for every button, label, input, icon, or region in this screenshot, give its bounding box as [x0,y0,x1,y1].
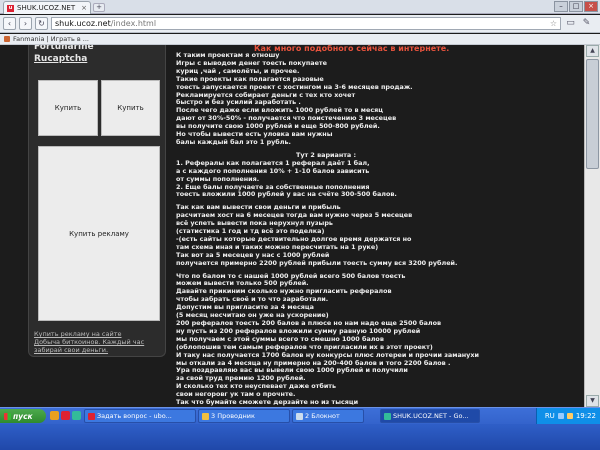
task-explorer[interactable]: 3 Проводник [198,409,290,423]
back-button[interactable]: ‹ [3,17,16,30]
start-button[interactable]: пуск [0,409,46,423]
folder-icon [202,412,209,420]
toolbar: ‹ › ↻ shuk.ucoz.net/index.html ☆ ▭ ✎ [0,15,600,33]
address-input[interactable]: shuk.ucoz.net/index.html ☆ [51,17,561,30]
scroll-thumb[interactable] [586,59,599,169]
wrench-icon[interactable]: ✎ [580,17,593,30]
chrome-icon[interactable] [72,411,81,420]
screen: u SHUK.UCOZ.NET × + – □ × ‹ › ↻ shuk.uco… [0,0,600,450]
taskbar: пуск Задать вопрос - ubo... 3 Проводник … [0,407,600,450]
window-controls: – □ × [554,1,598,12]
task-label: 2 Блокнот [305,412,340,420]
page-content: Fortunarine Rucaptcha Купить Купить Купи… [0,45,600,407]
task-ask-question[interactable]: Задать вопрос - ubo... [84,409,196,423]
start-label: пуск [13,411,33,421]
ad-slot-1[interactable]: Купить [38,80,98,136]
taskbar-lower [0,424,600,450]
link-buy-ads[interactable]: Купить рекламу на сайте [34,330,164,338]
scroll-down-icon[interactable]: ▼ [586,395,599,407]
link-bitcoin-2[interactable]: забирай свои деньги. [34,346,164,354]
article-text: Как много подобного сейчас в интернете. … [176,45,479,407]
link-bitcoin[interactable]: Добыча биткоинов. Каждый час [34,338,164,346]
sidebar-link-rucaptcha[interactable]: Rucaptcha [34,54,165,64]
article-line: Так что бумайте сможете дерзайте но из т… [176,398,359,407]
network-icon[interactable] [557,413,564,419]
bookmarks-bar: Fanmania | Играть в ... [0,34,600,45]
article-line: балы каждый бал это 1 рубль. [176,137,291,146]
scrollbar[interactable]: ▲ ▼ [584,45,600,407]
clock[interactable]: 19:22 [576,412,596,420]
page-icon[interactable]: ▭ [564,17,577,30]
star-icon[interactable]: ☆ [550,19,557,28]
scroll-up-icon[interactable]: ▲ [586,45,599,57]
language-indicator[interactable]: RU [545,412,555,420]
sidebar-header: Fortunarine Rucaptcha [29,45,165,64]
url-path: /index.html [110,19,157,28]
forward-button[interactable]: › [19,17,32,30]
browser-titlebar: u SHUK.UCOZ.NET × + – □ × [0,0,600,14]
ad-slot-big[interactable]: Купить рекламу [38,146,160,321]
article-block-3: Так как вам вывести свои деньги и прибыл… [176,203,476,267]
volume-icon[interactable] [566,413,573,419]
bookmark-favicon-icon [4,36,10,42]
article-block-2: 1. Рефералы как полагается 1 реферал даё… [176,159,476,200]
url-host: shuk.ucoz.net [55,19,111,28]
task-label: 3 Проводник [211,412,255,420]
close-button[interactable]: × [584,1,598,12]
reload-button[interactable]: ↻ [35,17,48,30]
yandex-task-icon [88,412,95,420]
windows-flag-icon [4,412,11,420]
task-chrome[interactable]: SHUK.UCOZ.NET - Go... [380,409,480,423]
notepad-icon [296,412,303,420]
explorer-icon[interactable] [50,411,59,420]
article-line: тоесть вложили 1000 рублей у вас на счёт… [176,190,397,199]
article-line: получается примерно 2200 рублей прибыли … [176,258,458,267]
task-notepad[interactable]: 2 Блокнот [292,409,364,423]
sidebar-link-fortunarine[interactable]: Fortunarine [34,45,165,54]
yandex-icon[interactable] [61,411,70,420]
tab-shuk[interactable]: u SHUK.UCOZ.NET × [3,1,91,14]
tab-close-icon[interactable]: × [81,4,87,12]
chrome-task-icon [384,412,391,420]
sidebar: Fortunarine Rucaptcha Купить Купить Купи… [28,45,166,357]
ad-slot-2[interactable]: Купить [101,80,160,136]
task-label: Задать вопрос - ubo... [97,412,172,420]
maximize-button[interactable]: □ [569,1,583,12]
sidebar-links: Купить рекламу на сайте Добыча биткоинов… [34,330,164,354]
article-block-4: Что по балом то с нашей 1000 рублей всег… [176,272,479,407]
bookmark-fanmania[interactable]: Fanmania | Играть в ... [13,35,89,43]
system-tray: RU 19:22 [536,408,600,424]
task-label: SHUK.UCOZ.NET - Go... [393,412,469,420]
favicon-icon: u [7,4,14,12]
article-heading: Как много подобного сейчас в интернете. [254,45,450,52]
tab-title: SHUK.UCOZ.NET [17,4,76,12]
minimize-button[interactable]: – [554,1,568,12]
new-tab-button[interactable]: + [93,3,105,12]
article-block-1: К таким проектам я отношу Игры с выводом … [176,51,476,147]
